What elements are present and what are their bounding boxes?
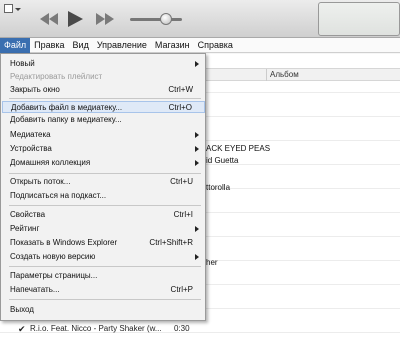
menu-controls[interactable]: Управление [93,38,151,53]
menu-item-label: Напечатать... [10,285,60,294]
submenu-arrow-icon [195,254,199,260]
menu-separator [9,266,201,267]
menu-item-shortcut: Ctrl+P [170,285,193,294]
menu-item-label: Создать новую версию [10,252,96,261]
track-time: 0:30 [174,324,190,333]
menu-item-label: Подписаться на подкаст... [10,191,107,200]
menu-item-rating[interactable]: Рейтинг [2,223,205,235]
menu-item-page-setup[interactable]: Параметры страницы... [2,270,205,282]
menu-item-shortcut: Ctrl+I [173,210,193,219]
menu-edit[interactable]: Правка [30,38,68,53]
submenu-arrow-icon [195,160,199,166]
menu-item-label: Добавить папку в медиатеку... [10,115,122,124]
menu-item-label: Новый [10,59,35,68]
menu-item-show-in-explorer[interactable]: Показать в Windows Explorer Ctrl+Shift+R [2,237,205,249]
table-row[interactable]: ✔ R.i.o. Feat. Nicco - Party Shaker (w..… [0,323,400,335]
track-checkbox[interactable]: ✔ [18,324,26,335]
menu-separator [9,205,201,206]
artist-fragment: ttorolla [206,183,231,192]
menu-item-devices[interactable]: Устройства [2,143,205,155]
track-title: R.i.o. Feat. Nicco - Party Shaker (w... [30,324,162,333]
menu-item-label: Свойства [10,210,46,219]
menu-item-label: Параметры страницы... [10,271,98,280]
artist-fragment: her [206,258,218,267]
column-separator[interactable] [266,69,267,81]
submenu-arrow-icon [195,226,199,232]
menu-item-label: Устройства [10,144,52,153]
menu-item-close-window[interactable]: Закрыть окно Ctrl+W [2,84,205,96]
menu-item-label: Открыть поток... [10,177,71,186]
menu-item-label: Рейтинг [10,224,40,233]
menu-item-edit-playlist: Редактировать плейлист [2,71,205,83]
menu-item-open-stream[interactable]: Открыть поток... Ctrl+U [2,176,205,188]
menu-item-home-sharing[interactable]: Домашняя коллекция [2,157,205,169]
volume-slider[interactable] [130,13,182,25]
menu-view[interactable]: Вид [69,38,93,53]
menu-item-label: Медиатека [10,130,51,139]
volume-knob[interactable] [160,13,172,25]
menu-item-library[interactable]: Медиатека [2,129,205,141]
player-toolbar [0,0,400,38]
menu-help[interactable]: Справка [194,38,237,53]
next-icon[interactable] [94,10,116,28]
menu-store[interactable]: Магазин [151,38,194,53]
menu-item-label: Домашняя коллекция [10,158,91,167]
artist-fragment: ACK EYED PEAS [206,144,271,153]
artist-fragment: id Guetta [206,156,239,165]
menu-item-exit[interactable]: Выход [2,304,205,316]
menu-separator [9,173,201,174]
menu-item-print[interactable]: Напечатать... Ctrl+P [2,284,205,296]
menu-item-new[interactable]: Новый [2,58,205,70]
file-menu-dropdown: Новый Редактировать плейлист Закрыть окн… [0,53,206,321]
menu-item-label: Выход [10,305,34,314]
volume-track [130,18,182,21]
menu-item-label: Добавить файл в медиатеку... [11,103,123,112]
submenu-arrow-icon [195,146,199,152]
menu-item-shortcut: Ctrl+O [168,103,192,112]
previous-icon[interactable] [38,10,60,28]
menu-item-shortcut: Ctrl+U [170,177,193,186]
column-album[interactable]: Альбом [270,70,299,79]
menu-item-label: Закрыть окно [10,85,60,94]
menu-item-shortcut: Ctrl+W [168,85,193,94]
menu-item-label: Показать в Windows Explorer [10,238,118,247]
submenu-arrow-icon [195,61,199,67]
menu-separator [9,98,201,99]
menu-item-add-folder[interactable]: Добавить папку в медиатеку... [2,114,205,126]
menu-bar: Файл Правка Вид Управление Магазин Справ… [0,37,400,53]
menu-item-shortcut: Ctrl+Shift+R [149,238,193,247]
menu-file[interactable]: Файл [0,37,31,53]
menu-item-add-file[interactable]: Добавить файл в медиатеку... Ctrl+O [2,101,205,113]
submenu-arrow-icon [195,132,199,138]
play-icon[interactable] [66,10,84,28]
menu-separator [9,299,201,300]
menu-item-label: Редактировать плейлист [10,72,103,81]
window-menu-icon[interactable] [4,4,22,14]
now-playing-display [318,2,400,36]
menu-item-properties[interactable]: Свойства Ctrl+I [2,209,205,221]
menu-item-create-version[interactable]: Создать новую версию [2,251,205,263]
menu-item-subscribe-podcast[interactable]: Подписаться на подкаст... [2,190,205,202]
